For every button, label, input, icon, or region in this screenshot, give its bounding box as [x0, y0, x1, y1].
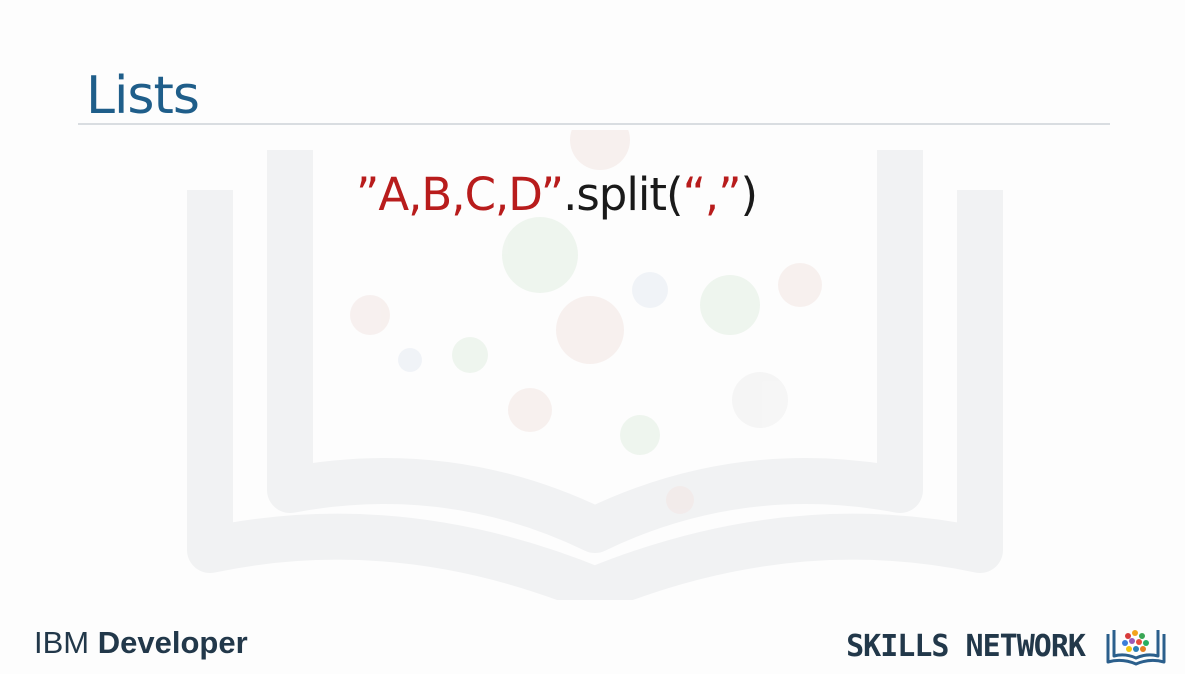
ibm-developer-logo: IBM Developer: [34, 625, 248, 661]
code-example: ”A,B,C,D”.split(“,”): [356, 168, 759, 221]
developer-text: Developer: [97, 625, 248, 660]
code-close-paren: ): [740, 168, 759, 221]
skills-network-book-icon: [1106, 630, 1166, 666]
code-method-call: .split(: [563, 168, 684, 221]
code-separator-argument: “,”: [682, 168, 742, 221]
skills-network-label: SKILLS NETWORK: [846, 629, 1086, 664]
ibm-brand-text: IBM: [34, 625, 90, 660]
title-divider: [78, 123, 1110, 125]
code-string-literal: ”A,B,C,D”: [356, 168, 564, 221]
slide: Lists ”A,B,C,D”.split(“,”) IBM Developer…: [0, 0, 1185, 674]
slide-title: Lists: [86, 66, 200, 126]
